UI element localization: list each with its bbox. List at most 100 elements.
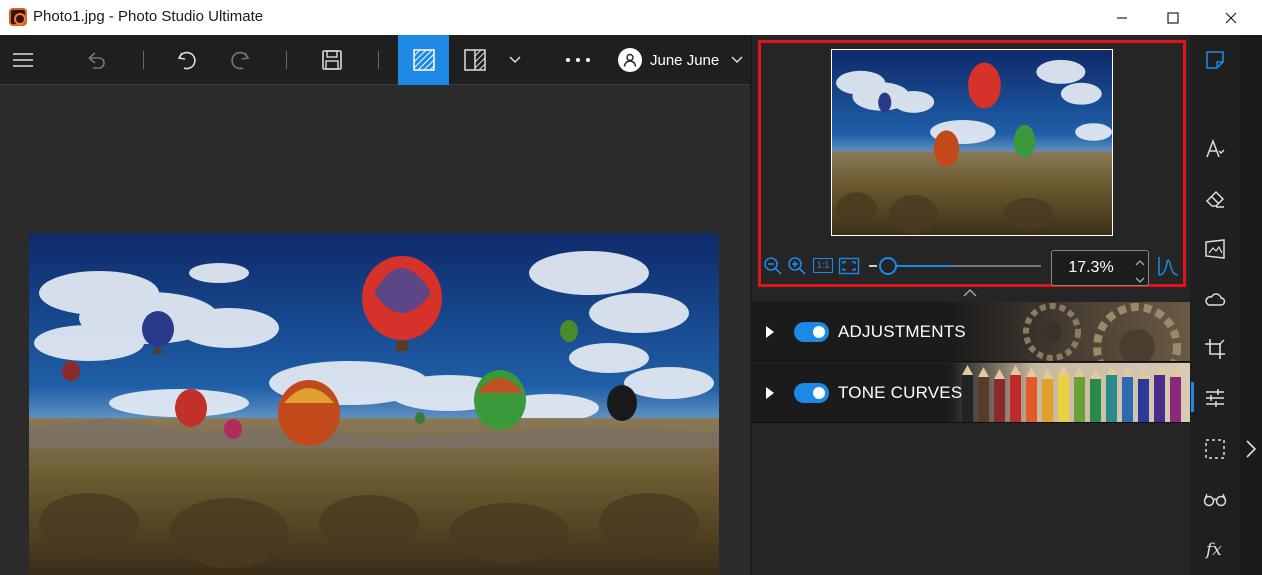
view-dropdown-button[interactable]	[502, 35, 528, 85]
main-photo[interactable]	[29, 233, 719, 575]
zoom-slider-thumb[interactable]	[879, 257, 897, 275]
pencil-decoration	[1058, 375, 1069, 422]
undo-history-icon	[88, 52, 105, 69]
zoom-slider-minus-mark	[869, 265, 877, 267]
redo-button[interactable]	[224, 35, 256, 85]
zoom-slider[interactable]	[879, 254, 1041, 278]
right-panel: 1:1 17.3% ADJUSTMENTS TONE CURVES	[752, 35, 1190, 575]
save-button[interactable]	[316, 35, 348, 85]
compare-view-button[interactable]	[458, 35, 492, 85]
adjustments-sliders-button[interactable]	[1190, 378, 1240, 418]
crop-button[interactable]	[1190, 329, 1240, 369]
pencil-decoration	[1026, 377, 1037, 422]
glasses-icon	[1203, 493, 1227, 507]
navigator-panel: 1:1 17.3%	[758, 40, 1186, 287]
single-view-icon	[412, 49, 435, 71]
pencil-decoration	[1154, 375, 1165, 422]
selection-button[interactable]	[1190, 429, 1240, 469]
collapse-navigator-button[interactable]	[962, 285, 978, 303]
pencil-decoration	[1090, 379, 1101, 422]
tools-sidebar: fx	[1190, 35, 1240, 575]
pencil-decoration	[1010, 375, 1021, 422]
preview-glasses-button[interactable]	[1190, 479, 1240, 519]
pencil-decoration	[1138, 379, 1149, 422]
save-icon	[322, 50, 342, 70]
close-button[interactable]	[1203, 0, 1259, 35]
menu-button[interactable]	[6, 35, 40, 85]
expand-caret-icon[interactable]	[766, 387, 774, 399]
pencil-decoration	[1122, 377, 1133, 422]
title-bar: Photo1.jpg - Photo Studio Ultimate	[0, 0, 1262, 35]
maximize-icon	[1167, 11, 1179, 24]
zoom-increase-button[interactable]	[1135, 254, 1145, 272]
app-logo-icon	[9, 8, 27, 26]
zoom-controls: 1:1 17.3%	[761, 248, 1183, 286]
photo-canvas[interactable]	[0, 86, 750, 575]
pencil-decoration	[962, 375, 973, 422]
actual-size-button[interactable]: 1:1	[813, 258, 833, 273]
hamburger-icon	[13, 53, 33, 67]
more-options-button[interactable]	[560, 35, 596, 85]
pencil-decoration	[978, 377, 989, 422]
toolbar-separator	[143, 51, 144, 69]
thumbnail-image	[832, 50, 1112, 235]
histogram-icon	[1158, 257, 1179, 276]
zoom-decrease-button[interactable]	[1135, 271, 1145, 289]
user-icon	[623, 53, 637, 67]
undo-button[interactable]	[171, 35, 203, 85]
zoom-input[interactable]: 17.3%	[1051, 250, 1149, 286]
main-toolbar: June June	[0, 35, 750, 85]
undo-history-button[interactable]	[80, 35, 112, 85]
chevron-up-icon	[963, 289, 977, 297]
magic-text-icon	[1206, 138, 1225, 158]
zoom-out-button[interactable]	[763, 256, 783, 281]
edit-notes-button[interactable]	[1190, 40, 1240, 80]
split-view-icon	[464, 49, 486, 71]
adjustments-panel-header[interactable]: ADJUSTMENTS	[752, 302, 1190, 362]
zoom-in-icon	[788, 257, 806, 275]
marquee-select-icon	[1205, 439, 1225, 459]
weather-cloud-icon	[1205, 293, 1226, 306]
adjustments-toggle[interactable]	[794, 322, 829, 342]
balloon-landscape-image	[29, 233, 719, 575]
chevron-right-icon	[1246, 440, 1257, 458]
single-view-button[interactable]	[398, 35, 449, 85]
effects-button[interactable]: fx	[1190, 529, 1240, 569]
eraser-icon	[1205, 190, 1225, 208]
tone-curves-label: TONE CURVES	[838, 383, 963, 402]
user-account-button[interactable]: June June	[618, 35, 748, 85]
chevron-up-icon	[1135, 260, 1145, 266]
histogram-button[interactable]	[1157, 255, 1179, 282]
pencil-decoration	[1170, 377, 1181, 422]
undo-icon	[177, 51, 196, 70]
user-name: June June	[650, 51, 720, 69]
fit-to-window-button[interactable]	[838, 257, 860, 280]
close-icon	[1225, 12, 1237, 23]
chevron-down-icon	[1135, 277, 1145, 283]
avatar	[618, 48, 642, 72]
expand-caret-icon[interactable]	[766, 326, 774, 338]
svg-text:fx: fx	[1204, 540, 1222, 560]
tone-curves-toggle[interactable]	[794, 383, 829, 403]
pencil-decoration	[1042, 379, 1053, 422]
auto-fix-button[interactable]	[1190, 129, 1240, 169]
maximize-button[interactable]	[1145, 0, 1201, 35]
tone-curves-panel-header[interactable]: TONE CURVES	[752, 363, 1190, 423]
zoom-in-button[interactable]	[787, 256, 807, 281]
navigator-thumbnail[interactable]	[831, 49, 1113, 236]
more-horizontal-icon	[566, 58, 590, 62]
minimize-button[interactable]	[1094, 0, 1150, 35]
expand-sidebar-button[interactable]	[1245, 439, 1257, 464]
sky-replace-button[interactable]	[1190, 279, 1240, 319]
eraser-button[interactable]	[1190, 179, 1240, 219]
pencil-decoration	[1106, 375, 1117, 422]
pencil-decoration	[1074, 377, 1085, 422]
zoom-value: 17.3%	[1068, 259, 1114, 276]
adjustments-label: ADJUSTMENTS	[838, 322, 966, 341]
pencil-decoration	[994, 379, 1005, 422]
fx-icon: fx	[1204, 540, 1222, 560]
minimize-icon	[1117, 16, 1127, 19]
crop-icon	[1205, 339, 1225, 359]
notes-edit-icon	[1206, 51, 1224, 69]
perspective-button[interactable]	[1190, 229, 1240, 269]
